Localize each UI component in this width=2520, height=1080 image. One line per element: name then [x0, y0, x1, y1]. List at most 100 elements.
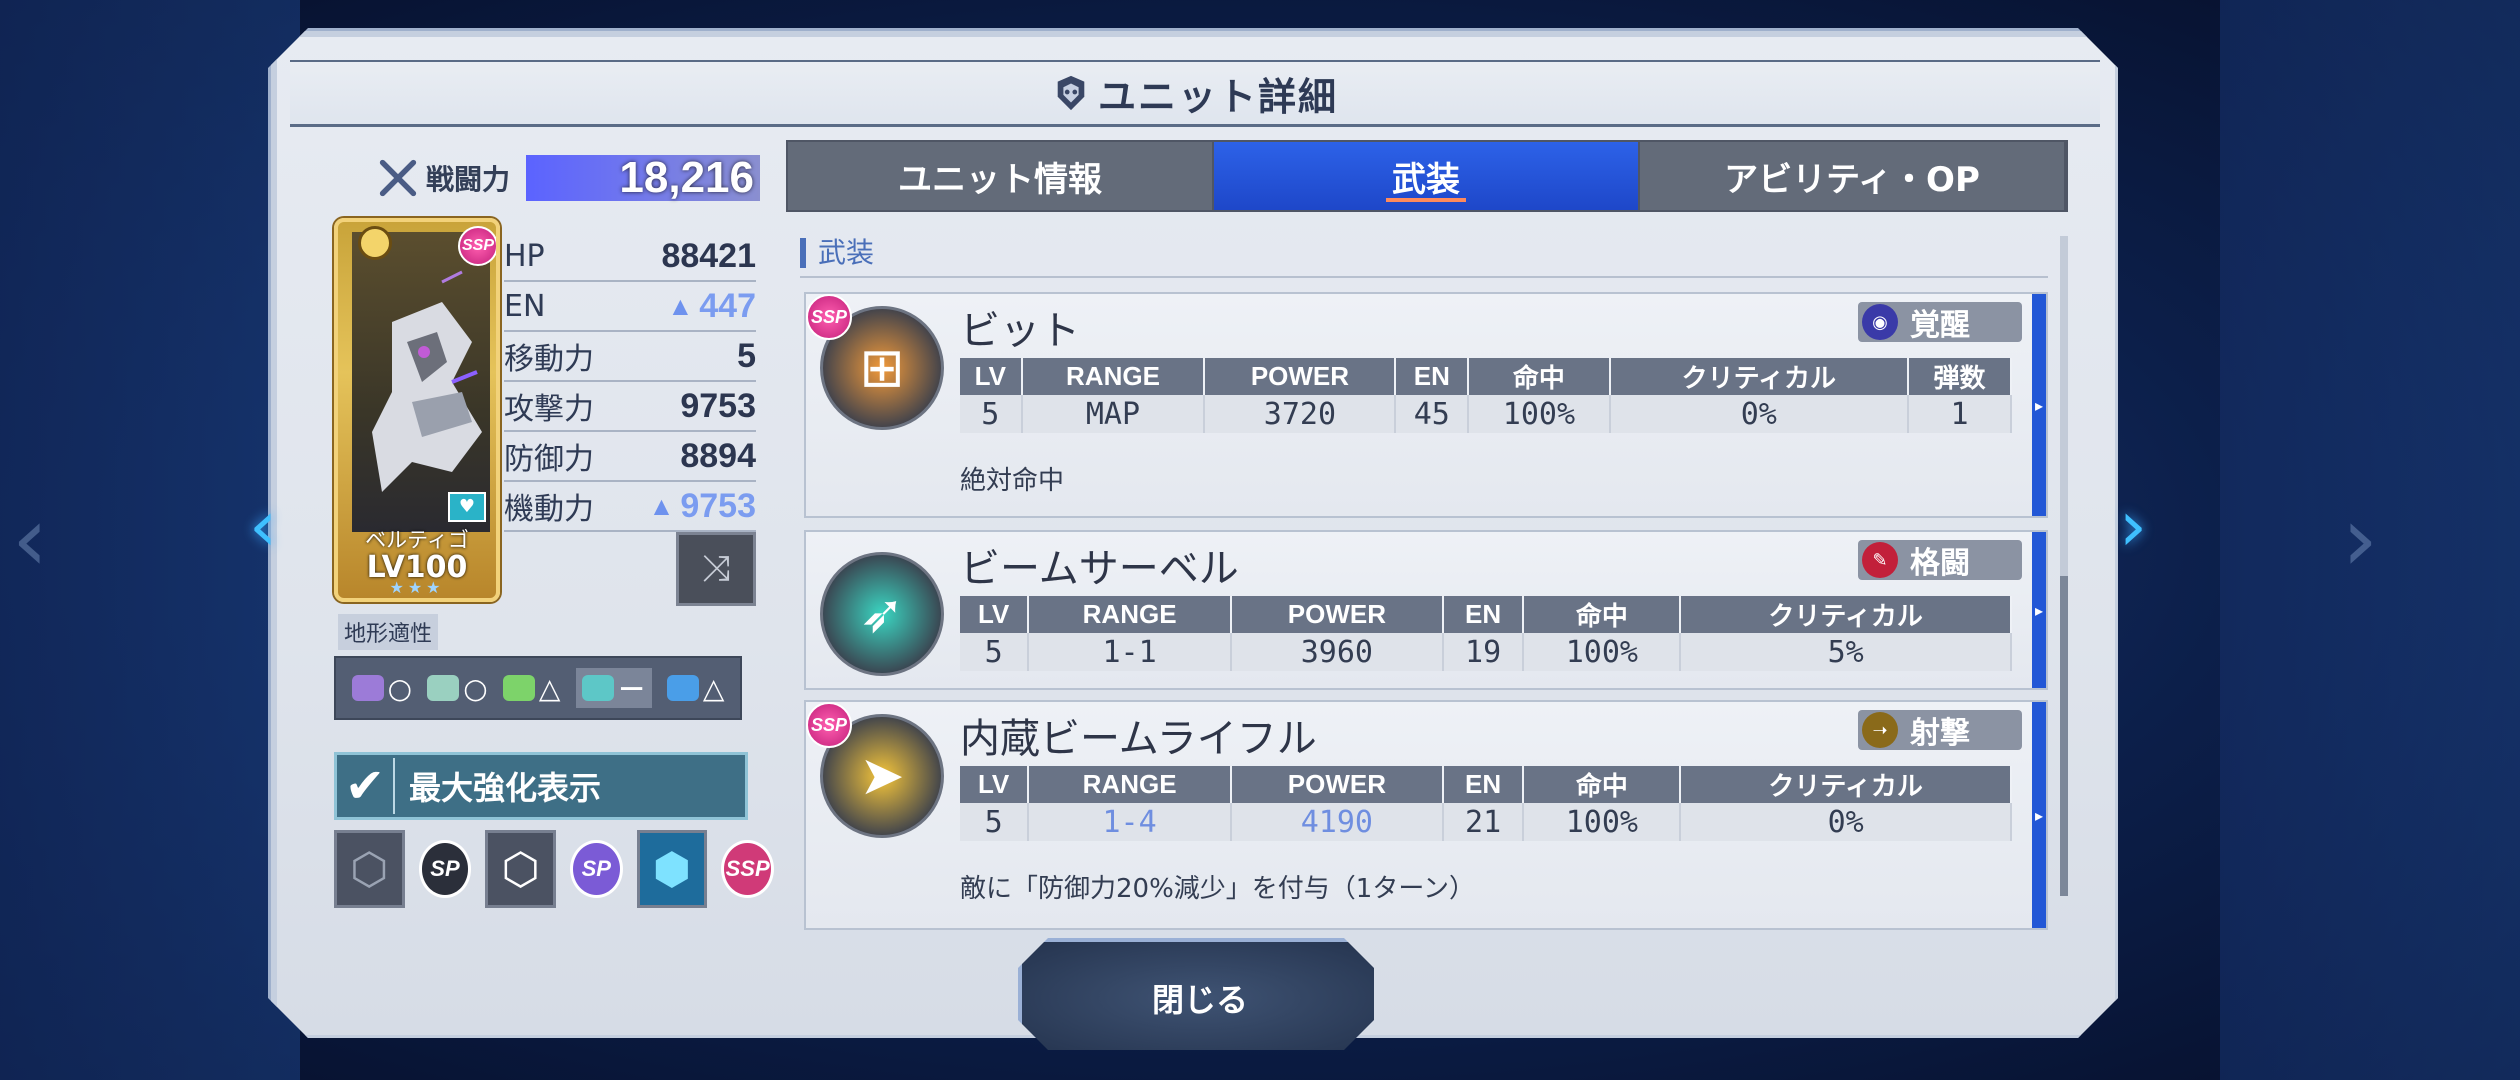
terrain-adaptability: ○ ○ △ － △: [334, 656, 742, 720]
shuffle-icon: ⤨: [701, 548, 731, 589]
stat-row: 攻撃力 9753: [504, 382, 756, 432]
weapon-card[interactable]: ➶ ビームサーベル ✎ 格闘 LV RANGE POWER EN 命中 クリティカル 5 1-1 396…: [804, 530, 2048, 690]
terrain-grade: －: [617, 673, 646, 706]
stat-row: 防御力 8894: [504, 432, 756, 482]
weapon-stat-header: クリティカル: [1680, 766, 2012, 803]
underwater-icon: [666, 675, 699, 701]
hexagon-icon: ⬡: [350, 843, 389, 895]
weapon-stat-value: 45: [1395, 395, 1470, 433]
weapon-stats-header: LV RANGE POWER EN 命中 クリティカル: [960, 766, 2012, 803]
max-enhance-label: 最大強化表示: [409, 769, 602, 807]
weapon-stat-header: LV: [960, 596, 1030, 633]
hexagon-filled-icon: ⬢: [652, 843, 692, 895]
weapon-expand-handle[interactable]: ▸: [2032, 702, 2046, 928]
terrain-item: －: [575, 668, 652, 708]
weapon-stat-value: 1-1: [1028, 633, 1232, 671]
ssp-badge: SSP: [806, 702, 852, 748]
scroll-thumb[interactable]: [2060, 576, 2068, 896]
stat-number: 88421: [661, 236, 756, 275]
hexagon-icon: ⬡: [501, 843, 540, 895]
weapon-stats-table: LV RANGE POWER EN 命中 クリティカル 弾数 5 MAP 3720 45 100% 0%…: [960, 358, 2013, 433]
weapon-stat-value: 19: [1442, 633, 1525, 671]
weapon-stat-header: 弾数: [1907, 358, 2013, 395]
weapon-type-badge: ◉ 覚醒: [1858, 302, 2022, 343]
terrain-grade: △: [702, 671, 725, 705]
weapon-stat-header: LV: [960, 358, 1023, 395]
weapon-type-badge: ➝ 射撃: [1858, 710, 2022, 751]
weapon-stat-header: 命中: [1523, 596, 1682, 633]
weapon-type-label: 覚醒: [1910, 308, 1970, 343]
ground-icon: [502, 675, 535, 701]
stat-row: 機動力 ▲ 9753: [504, 482, 756, 532]
close-button[interactable]: 閉じる: [1018, 938, 1374, 1050]
option-slot-1[interactable]: ⬡: [334, 830, 405, 908]
space-icon: [351, 675, 384, 701]
stat-label: EN: [504, 288, 546, 324]
weapon-stat-value: 5%: [1680, 633, 2012, 671]
stat-value: 5: [737, 337, 756, 376]
unit-stats: HP 88421 EN ▲ 447 移動力 5 攻撃力 9753 防御力 8894 機動力 ▲ 9753: [504, 232, 756, 532]
option-row: ⬡ SP ⬡ SP ⬢ SSP: [334, 830, 774, 908]
weapon-stat-value: 5: [960, 803, 1030, 841]
terrain-item: △: [666, 671, 725, 705]
weapon-type-icon: ➝: [1862, 712, 1898, 748]
tab-2[interactable]: アビリティ・OP: [1640, 142, 2066, 210]
title-bar: ユニット詳細: [290, 60, 2100, 127]
air-icon: [427, 675, 460, 701]
favorite-heart-icon[interactable]: ♥: [448, 492, 486, 522]
weapon-icon: ➶: [820, 552, 944, 676]
stat-label: 機動力: [504, 492, 594, 527]
max-enhance-toggle[interactable]: ✔ 最大強化表示: [334, 752, 748, 820]
weapon-stat-header: RANGE: [1028, 766, 1232, 803]
stat-label: 攻撃力: [504, 392, 594, 427]
section-label: 武装: [800, 238, 874, 268]
weapon-stat-value: 5: [960, 395, 1023, 433]
prev-unit-arrow-icon[interactable]: ‹: [238, 486, 288, 566]
weapon-stats-table: LV RANGE POWER EN 命中 クリティカル 5 1-4 4190 21 100% 0%: [960, 766, 2012, 841]
weapon-expand-handle[interactable]: ▸: [2032, 532, 2046, 688]
weapon-panel: 武装 ⊞ SSP ビット ◉ 覚醒 LV RANGE POWER EN 命中 クリティカル 弾数 5 MA…: [788, 226, 2058, 930]
weapon-stats-values: 5 1-4 4190 21 100% 0%: [960, 803, 2012, 841]
tab-bar: ユニット情報 武装 アビリティ・OP: [786, 140, 2068, 212]
option-slot-2[interactable]: ⬡: [485, 830, 556, 908]
unit-card[interactable]: SSP ♥ ベルティゴ LV100 ★★★: [334, 218, 500, 602]
weapon-stat-header: EN: [1442, 596, 1525, 633]
weapon-stat-value: 3720: [1204, 395, 1397, 433]
weapon-stat-header: クリティカル: [1680, 596, 2012, 633]
bg-left-arrow-icon: ‹: [12, 487, 48, 592]
weapon-stat-value: 1: [1907, 395, 2013, 433]
weapon-card[interactable]: ➤ SSP 内蔵ビームライフル ➝ 射撃 LV RANGE POWER EN 命中 クリティカル 5 1…: [804, 700, 2048, 930]
checkmark-icon: ✔: [337, 758, 395, 814]
weapon-type-label: 格闘: [1910, 546, 1970, 581]
tab-1[interactable]: 武装: [1214, 142, 1640, 210]
weapon-stat-header: 命中: [1523, 766, 1682, 803]
shuffle-button[interactable]: ⤨: [676, 532, 756, 606]
weapon-card[interactable]: ⊞ SSP ビット ◉ 覚醒 LV RANGE POWER EN 命中 クリティカル 弾数 5 MAP 37…: [804, 292, 2048, 518]
combat-power: 戦闘力 18,216: [376, 150, 760, 206]
terrain-item: ○: [427, 671, 488, 705]
weapon-stats-header: LV RANGE POWER EN 命中 クリティカル: [960, 596, 2012, 633]
weapon-name: ビット: [960, 308, 1080, 354]
next-unit-arrow-icon[interactable]: ›: [2108, 486, 2158, 566]
stat-row: EN ▲ 447: [504, 282, 756, 332]
weapon-stat-header: POWER: [1230, 766, 1444, 803]
option-slot-3[interactable]: ⬢: [636, 830, 708, 908]
weapon-stat-value: 1-4: [1028, 803, 1232, 841]
stat-value: 8894: [680, 437, 756, 476]
weapon-stat-value: MAP: [1021, 395, 1206, 433]
weapon-stat-header: POWER: [1204, 358, 1397, 395]
terrain-grade: ○: [463, 671, 488, 705]
weapon-stat-header: 命中: [1468, 358, 1611, 395]
weapon-type-badge: ✎ 格闘: [1858, 540, 2022, 581]
weapon-stat-header: EN: [1442, 766, 1525, 803]
tab-0[interactable]: ユニット情報: [788, 142, 1214, 210]
combat-power-label: 戦闘力: [426, 163, 511, 196]
weapon-stats-table: LV RANGE POWER EN 命中 クリティカル 5 1-1 3960 19 100% 5%: [960, 596, 2012, 671]
unit-emblem-icon: [1057, 75, 1085, 111]
weapon-stats-values: 5 1-1 3960 19 100% 5%: [960, 633, 2012, 671]
weapon-stat-value: 4190: [1230, 803, 1444, 841]
terrain-item: ○: [351, 672, 412, 705]
weapon-expand-handle[interactable]: ▸: [2032, 294, 2046, 516]
chevron-right-icon: ▸: [2034, 805, 2044, 825]
weapon-scrollbar[interactable]: [2060, 236, 2068, 896]
